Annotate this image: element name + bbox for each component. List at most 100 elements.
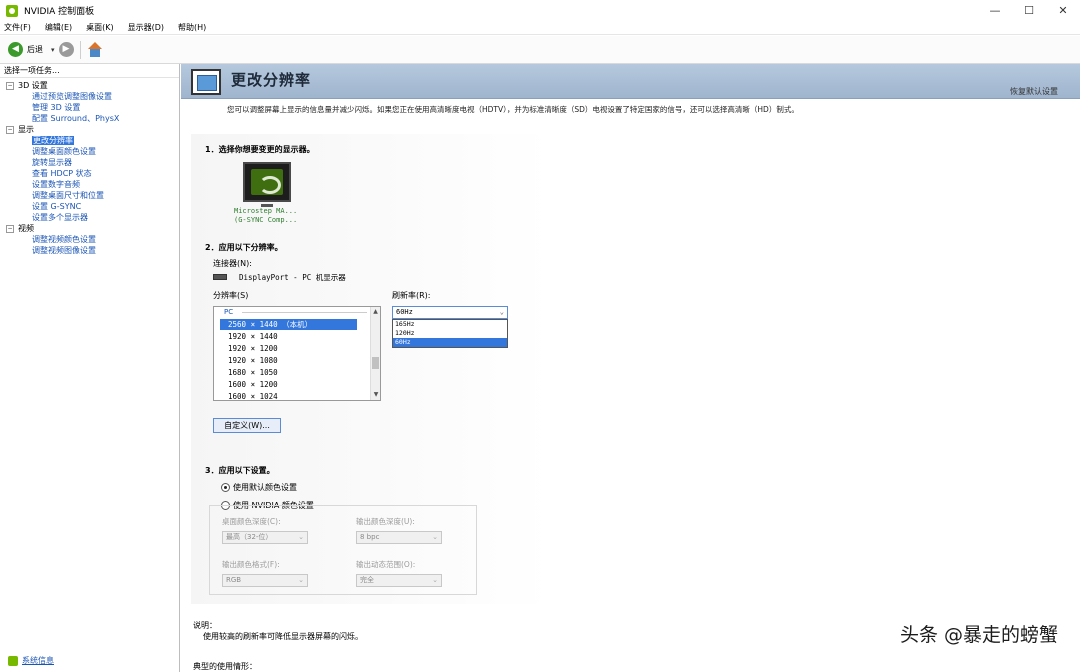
tree-item-video-color[interactable]: 调整视频颜色设置 <box>6 234 179 245</box>
nvidia-app-icon <box>6 4 18 17</box>
monitor-subname[interactable]: (G-SYNC Comp... <box>234 216 297 224</box>
section-apply-resolution: 2．应用以下分辨率。 <box>205 243 283 252</box>
desktop-depth-select: 最高（32-位） ⌄ <box>222 531 308 544</box>
tree-item-surround-physx[interactable]: 配置 Surround、PhysX <box>6 113 179 124</box>
radio-label: 使用默认颜色设置 <box>233 483 297 492</box>
tree-item-hdcp-status[interactable]: 查看 HDCP 状态 <box>6 168 179 179</box>
refresh-option[interactable]: 120Hz <box>393 329 507 338</box>
resolution-scrollbar[interactable]: ▲ ▼ <box>370 307 380 400</box>
output-depth-select: 8 bpc ⌄ <box>356 531 442 544</box>
radio-selected-icon[interactable] <box>221 483 230 492</box>
resolution-item[interactable]: 2560 × 1440 （本机） <box>220 319 357 330</box>
refresh-option[interactable]: 60Hz <box>393 338 507 347</box>
content-pane: 更改分辨率 恢复默认设置 您可以调整屏幕上显示的信息量并减少闪烁。如果您正在使用… <box>181 64 1080 672</box>
output-format-select: RGB ⌄ <box>222 574 308 587</box>
resolution-item[interactable]: 1600 × 1024 <box>220 391 357 400</box>
menu-edit[interactable]: 编辑(E) <box>45 22 72 33</box>
group-divider <box>242 312 367 313</box>
system-info-link[interactable]: 系统信息 <box>8 655 54 666</box>
back-button-label[interactable]: 后退 <box>27 44 43 55</box>
page-title: 更改分辨率 <box>231 71 312 89</box>
tree-item-preview-image[interactable]: 通过预览调整图像设置 <box>6 91 179 102</box>
back-dropdown-icon[interactable]: ▾ <box>51 46 55 54</box>
connector-label: 连接器(N): <box>213 259 252 268</box>
refresh-rate-label: 刷新率(R): <box>392 291 431 300</box>
page-banner: 更改分辨率 恢复默认设置 <box>181 64 1080 99</box>
tree-group-label: 3D 设置 <box>18 81 48 90</box>
menu-help[interactable]: 帮助(H) <box>178 22 206 33</box>
scroll-up-icon[interactable]: ▲ <box>371 307 380 317</box>
menu-display[interactable]: 显示器(D) <box>128 22 164 33</box>
system-info-icon <box>8 655 18 666</box>
collapse-icon[interactable]: − <box>6 81 14 90</box>
resolution-item[interactable]: 1920 × 1080 <box>220 355 357 366</box>
tree-item-desktop-color[interactable]: 调整桌面颜色设置 <box>6 146 179 157</box>
output-range-select: 完全 ⌄ <box>356 574 442 587</box>
window-controls: — ☐ ✕ <box>978 0 1080 21</box>
collapse-icon[interactable]: − <box>6 125 14 134</box>
displayport-icon <box>213 274 227 280</box>
scroll-thumb[interactable] <box>372 357 379 369</box>
refresh-rate-dropdown: 165Hz 120Hz 60Hz <box>392 319 508 348</box>
toolbar: ◀ 后退 ▾ ▶ <box>0 36 1080 64</box>
tree-item-desktop-size[interactable]: 调整桌面尺寸和位置 <box>6 190 179 201</box>
resolution-list[interactable]: PC 2560 × 1440 （本机） 1920 × 1440 1920 × 1… <box>213 306 381 401</box>
chevron-down-icon: ⌄ <box>432 576 438 584</box>
section-select-display: 1．选择你想要变更的显示器。 <box>205 145 315 154</box>
watermark: 头条 @暴走的螃蟹 <box>899 624 1058 646</box>
output-depth-label: 输出颜色深度(U): <box>356 517 415 526</box>
page-description: 您可以调整屏幕上显示的信息量并减少闪烁。如果您正在使用高清晰度电视（HDTV），… <box>227 105 799 114</box>
forward-arrow-icon[interactable]: ▶ <box>58 42 74 57</box>
refresh-option[interactable]: 165Hz <box>393 320 507 329</box>
refresh-rate-select[interactable]: 60Hz ⌄ <box>392 306 508 319</box>
task-tree: − 3D 设置 通过预览调整图像设置 管理 3D 设置 配置 Surround、… <box>0 78 179 256</box>
restore-defaults-link[interactable]: 恢复默认设置 <box>1010 86 1058 97</box>
toolbar-separator <box>79 40 81 59</box>
collapse-icon[interactable]: − <box>6 224 14 233</box>
resolution-item[interactable]: 1600 × 1200 <box>220 379 357 390</box>
monitor-icon[interactable] <box>243 162 291 202</box>
tree-item-video-image[interactable]: 调整视频图像设置 <box>6 245 179 256</box>
notes-label: 说明： <box>193 621 217 630</box>
resolution-label: 分辨率(S) <box>213 291 249 300</box>
chevron-down-icon: ⌄ <box>298 576 304 584</box>
tree-item-multiple-displays[interactable]: 设置多个显示器 <box>6 212 179 223</box>
back-arrow-icon[interactable]: ◀ <box>8 42 23 57</box>
tree-item-digital-audio[interactable]: 设置数字音频 <box>6 179 179 190</box>
monitor-name[interactable]: Microstep MA... <box>234 207 297 215</box>
tree-group-video[interactable]: − 视频 <box>6 223 179 234</box>
output-format-label: 输出颜色格式(F): <box>222 560 280 569</box>
menu-bar: 文件(F) 编辑(E) 桌面(K) 显示器(D) 帮助(H) <box>0 21 1080 35</box>
tree-item-rotate-display[interactable]: 旋转显示器 <box>6 157 179 168</box>
tree-item-manage-3d[interactable]: 管理 3D 设置 <box>6 102 179 113</box>
chevron-down-icon: ⌄ <box>432 533 438 541</box>
tree-group-3d[interactable]: − 3D 设置 <box>6 80 179 91</box>
menu-desktop[interactable]: 桌面(K) <box>86 22 114 33</box>
window-title: NVIDIA 控制面板 <box>24 7 95 17</box>
radio-default-color[interactable]: 使用默认颜色设置 <box>221 482 297 493</box>
tree-item-gsync[interactable]: 设置 G-SYNC <box>6 201 179 212</box>
color-settings-group: 桌面颜色深度(C): 最高（32-位） ⌄ 输出颜色深度(U): 8 bpc ⌄… <box>209 505 477 595</box>
tree-group-display[interactable]: − 显示 <box>6 124 179 135</box>
task-pane-header: 选择一项任务... <box>0 64 179 78</box>
home-icon[interactable] <box>87 41 103 58</box>
desktop-depth-label: 桌面颜色深度(C): <box>222 517 281 526</box>
title-bar: NVIDIA 控制面板 — ☐ ✕ <box>0 0 1080 21</box>
menu-file[interactable]: 文件(F) <box>4 22 31 33</box>
close-button[interactable]: ✕ <box>1046 0 1080 21</box>
resolution-item[interactable]: 1920 × 1200 <box>220 343 357 354</box>
typical-usage-label: 典型的使用情形： <box>193 662 257 671</box>
system-info-label: 系统信息 <box>22 656 54 665</box>
tree-group-label: 视频 <box>18 224 34 233</box>
refresh-rate-value: 60Hz <box>396 308 413 316</box>
resolution-item[interactable]: 1680 × 1050 <box>220 367 357 378</box>
maximize-button[interactable]: ☐ <box>1012 0 1046 21</box>
tree-item-change-resolution[interactable]: 更改分辨率 <box>6 135 179 146</box>
resolution-group-header: PC <box>224 308 234 316</box>
scroll-down-icon[interactable]: ▼ <box>371 390 380 400</box>
chevron-down-icon: ⌄ <box>499 308 504 316</box>
tree-group-label: 显示 <box>18 125 34 134</box>
customize-button[interactable]: 自定义(W)... <box>213 418 281 433</box>
minimize-button[interactable]: — <box>978 0 1012 21</box>
resolution-item[interactable]: 1920 × 1440 <box>220 331 357 342</box>
